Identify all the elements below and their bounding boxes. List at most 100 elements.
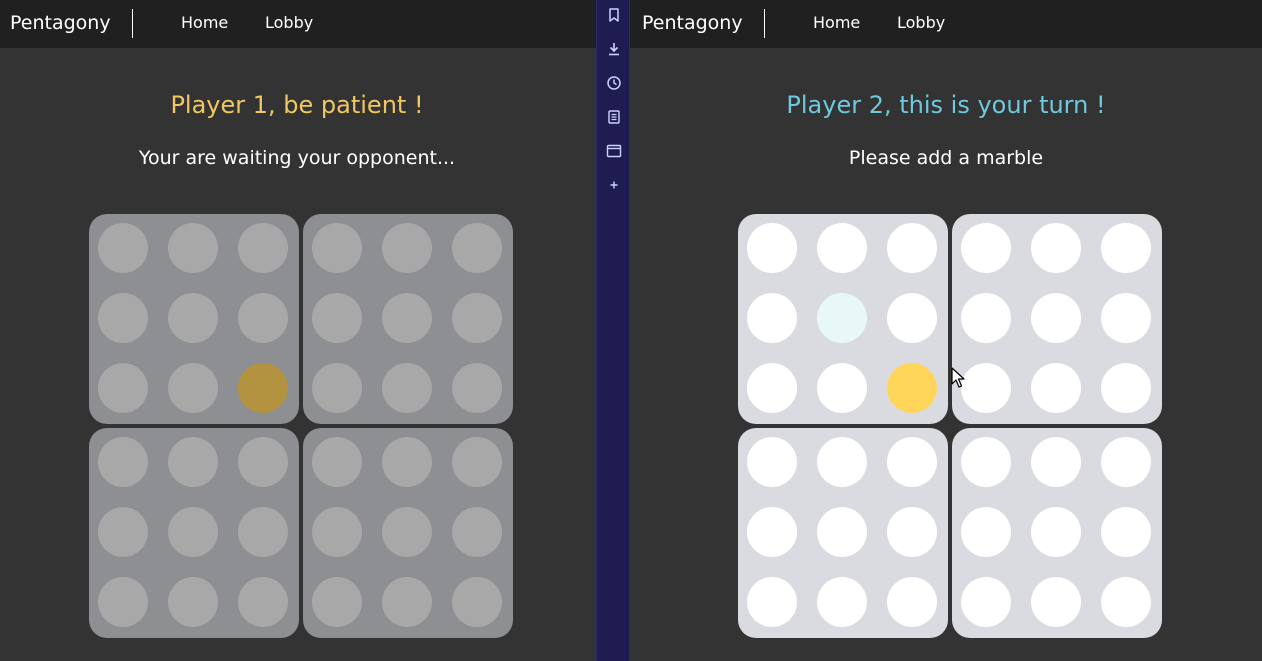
turn-status-title: Player 1, be patient ! (170, 91, 424, 119)
board-quadrant[interactable] (303, 428, 513, 638)
board-cell[interactable] (747, 577, 797, 627)
board-cell[interactable] (238, 293, 288, 343)
board-cell[interactable] (887, 293, 937, 343)
board-cell[interactable] (238, 223, 288, 273)
board-cell[interactable] (747, 437, 797, 487)
board-cell[interactable] (382, 293, 432, 343)
game-board (738, 214, 1162, 638)
board-cell[interactable] (961, 507, 1011, 557)
board-cell[interactable] (168, 507, 218, 557)
navbar-divider (132, 9, 133, 38)
board-cell[interactable] (887, 577, 937, 627)
clock-icon[interactable] (606, 75, 622, 91)
board-cell[interactable] (961, 437, 1011, 487)
board-quadrant[interactable] (89, 214, 299, 424)
board-quadrant[interactable] (303, 214, 513, 424)
board-cell[interactable] (817, 577, 867, 627)
board-cell[interactable] (961, 363, 1011, 413)
download-icon[interactable] (606, 41, 622, 57)
board-cell[interactable] (1101, 437, 1151, 487)
turn-status-subtitle: Your are waiting your opponent... (138, 147, 456, 169)
board-cell[interactable] (747, 223, 797, 273)
yellow-marble[interactable] (238, 363, 288, 413)
board-cell[interactable] (312, 363, 362, 413)
board-cell[interactable] (452, 363, 502, 413)
nav-lobby-link[interactable]: Lobby (897, 13, 945, 33)
board-cell[interactable] (1031, 293, 1081, 343)
notes-icon[interactable] (606, 109, 622, 125)
board-cell[interactable] (98, 223, 148, 273)
brand-logo[interactable]: Pentagony (642, 11, 743, 35)
board-cell[interactable] (1031, 437, 1081, 487)
board-cell[interactable] (238, 437, 288, 487)
board-cell[interactable] (452, 437, 502, 487)
plus-icon[interactable] (606, 177, 622, 193)
board-cell[interactable] (98, 437, 148, 487)
board-cell[interactable] (452, 507, 502, 557)
board-cell[interactable] (961, 293, 1011, 343)
board-cell[interactable] (382, 223, 432, 273)
board-cell[interactable] (168, 577, 218, 627)
yellow-marble[interactable] (887, 363, 937, 413)
board-cell[interactable] (1101, 223, 1151, 273)
board-cell[interactable] (1101, 293, 1151, 343)
browser-window-icon[interactable] (606, 143, 622, 159)
board-cell[interactable] (887, 507, 937, 557)
board-cell[interactable] (168, 437, 218, 487)
board-cell[interactable] (1031, 577, 1081, 627)
board-cell[interactable] (817, 223, 867, 273)
board-cell[interactable] (887, 223, 937, 273)
board-cell[interactable] (312, 437, 362, 487)
board-cell[interactable] (98, 363, 148, 413)
board-cell[interactable] (1031, 223, 1081, 273)
board-cell[interactable] (312, 507, 362, 557)
board-quadrant[interactable] (738, 214, 948, 424)
board-cell[interactable] (817, 363, 867, 413)
board-cell[interactable] (312, 293, 362, 343)
board-cell[interactable] (238, 507, 288, 557)
browser-sidebar (596, 0, 630, 661)
nav-home-link[interactable]: Home (813, 13, 860, 33)
nav-home-link[interactable]: Home (181, 13, 228, 33)
board-cell[interactable] (98, 293, 148, 343)
board-quadrant[interactable] (952, 428, 1162, 638)
board-cell[interactable] (1031, 363, 1081, 413)
brand-logo[interactable]: Pentagony (10, 11, 111, 35)
board-cell[interactable] (382, 577, 432, 627)
nav-lobby-link[interactable]: Lobby (265, 13, 313, 33)
board-cell[interactable] (312, 577, 362, 627)
board-cell[interactable] (1101, 577, 1151, 627)
board-cell[interactable] (961, 223, 1011, 273)
board-quadrant[interactable] (952, 214, 1162, 424)
board-cell[interactable] (98, 507, 148, 557)
navbar: Pentagony Home Lobby (0, 0, 596, 48)
board-cell[interactable] (238, 577, 288, 627)
board-quadrant[interactable] (738, 428, 948, 638)
board-quadrant[interactable] (89, 428, 299, 638)
board-cell[interactable] (817, 507, 867, 557)
board-cell[interactable] (98, 577, 148, 627)
board-cell[interactable] (747, 507, 797, 557)
right-game-pane: Pentagony Home Lobby Player 2, this is y… (630, 0, 1262, 661)
board-cell[interactable] (168, 293, 218, 343)
board-cell[interactable] (887, 437, 937, 487)
board-cell[interactable] (168, 223, 218, 273)
board-cell[interactable] (452, 577, 502, 627)
board-cell[interactable] (961, 577, 1011, 627)
board-cell[interactable] (312, 223, 362, 273)
board-cell[interactable] (452, 223, 502, 273)
left-game-pane: Pentagony Home Lobby Player 1, be patien… (0, 0, 596, 661)
board-cell[interactable] (817, 293, 867, 343)
bookmark-icon[interactable] (606, 7, 622, 23)
board-cell[interactable] (747, 363, 797, 413)
board-cell[interactable] (382, 363, 432, 413)
board-cell[interactable] (382, 507, 432, 557)
board-cell[interactable] (168, 363, 218, 413)
board-cell[interactable] (452, 293, 502, 343)
board-cell[interactable] (817, 437, 867, 487)
board-cell[interactable] (1031, 507, 1081, 557)
board-cell[interactable] (1101, 507, 1151, 557)
board-cell[interactable] (382, 437, 432, 487)
board-cell[interactable] (1101, 363, 1151, 413)
board-cell[interactable] (747, 293, 797, 343)
